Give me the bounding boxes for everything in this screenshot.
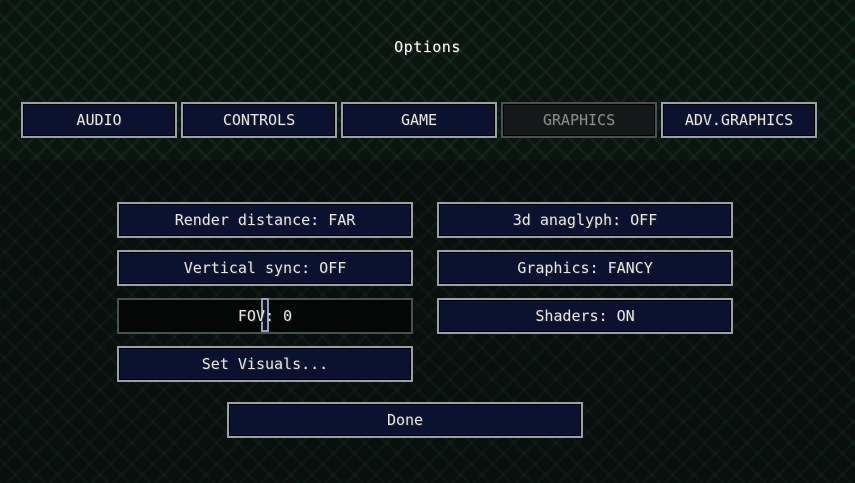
done-button[interactable]: Done [227,402,583,438]
render-distance-button[interactable]: Render distance: FAR [117,202,413,238]
tab-adv-graphics[interactable]: ADV.GRAPHICS [661,102,817,138]
fov-slider[interactable]: FOV: 0 [117,298,413,334]
shaders-button[interactable]: Shaders: ON [437,298,733,334]
graphics-button[interactable]: Graphics: FANCY [437,250,733,286]
tab-controls[interactable]: CONTROLS [181,102,337,138]
set-visuals-button[interactable]: Set Visuals... [117,346,413,382]
tab-game[interactable]: GAME [341,102,497,138]
anaglyph-button[interactable]: 3d anaglyph: OFF [437,202,733,238]
vsync-button[interactable]: Vertical sync: OFF [117,250,413,286]
fov-slider-label: FOV: 0 [237,307,293,325]
page-title: Options [394,38,461,56]
tab-graphics[interactable]: GRAPHICS [501,102,657,138]
tab-audio[interactable]: AUDIO [21,102,177,138]
